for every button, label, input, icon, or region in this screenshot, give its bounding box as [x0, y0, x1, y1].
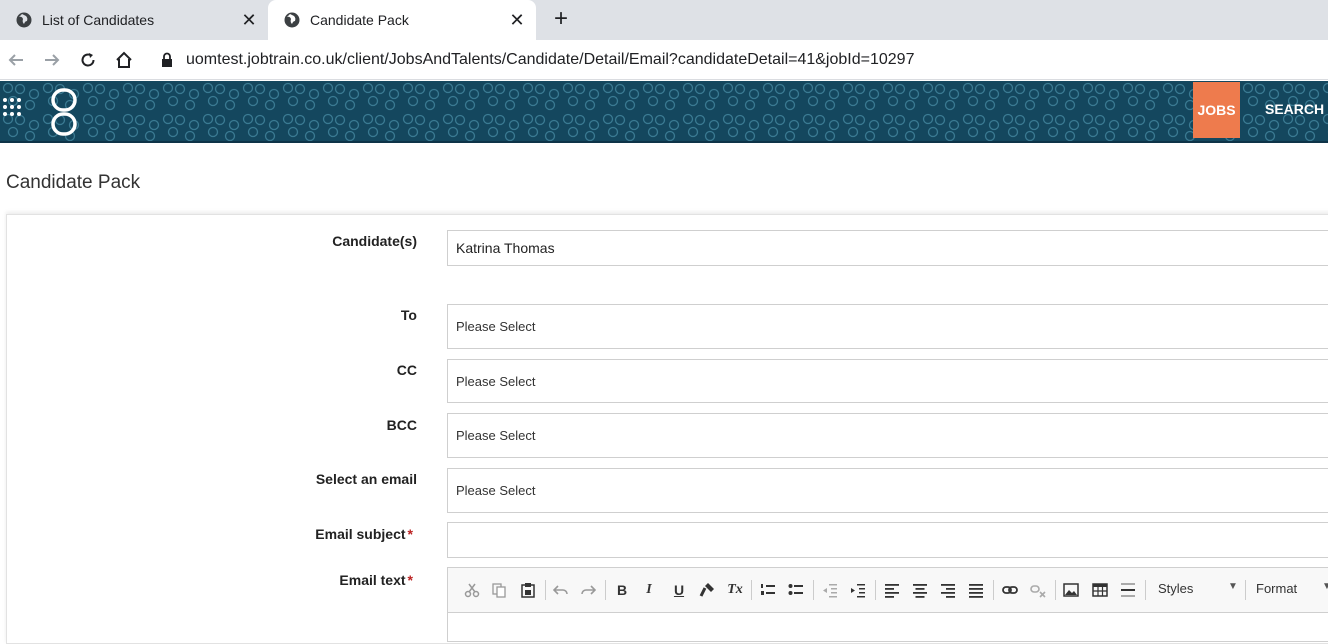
header-pattern	[0, 81, 1328, 141]
email-subject-input[interactable]	[447, 522, 1328, 558]
app-grid-icon[interactable]	[2, 97, 22, 117]
tab-candidate-pack[interactable]: Candidate Pack ✕	[268, 0, 536, 40]
back-arrow-icon[interactable]	[4, 48, 28, 72]
candidates-label: Candidate(s)	[332, 233, 417, 249]
to-select[interactable]: Please Select	[447, 304, 1328, 349]
numbered-list-icon[interactable]	[758, 580, 778, 600]
to-label: To	[400, 307, 417, 323]
site-header	[0, 81, 1328, 143]
cc-label: CC	[396, 362, 417, 378]
toolbar-separator	[751, 580, 752, 600]
copy-icon[interactable]	[489, 580, 509, 600]
italic-button[interactable]: I	[639, 580, 659, 600]
bold-button[interactable]: B	[612, 580, 632, 600]
select-email-label: Select an email	[315, 471, 417, 487]
image-icon[interactable]	[1061, 580, 1081, 600]
lock-icon[interactable]	[160, 52, 174, 68]
search-link[interactable]: SEARCH	[1265, 101, 1324, 117]
align-center-icon[interactable]	[910, 580, 930, 600]
table-icon[interactable]	[1090, 580, 1110, 600]
editor-toolbar: B I U Tx Styles ▼ Format ▼	[447, 567, 1328, 613]
increase-indent-icon[interactable]	[848, 580, 868, 600]
address-bar: uomtest.jobtrain.co.uk/client/JobsAndTal…	[0, 40, 1328, 80]
cut-icon[interactable]	[462, 580, 482, 600]
required-marker: *	[407, 526, 413, 542]
bcc-label: BCC	[386, 417, 417, 433]
decrease-indent-icon[interactable]	[820, 580, 840, 600]
format-dropdown[interactable]: Format	[1256, 581, 1297, 596]
site-logo[interactable]	[50, 87, 78, 137]
email-text-editor[interactable]	[447, 612, 1328, 642]
justify-icon[interactable]	[966, 580, 986, 600]
email-subject-label-text: Email subject	[315, 526, 406, 542]
new-tab-button[interactable]: +	[548, 7, 574, 32]
toolbar-separator	[605, 580, 606, 600]
toolbar-separator	[545, 580, 546, 600]
candidates-field[interactable]: Katrina Thomas	[447, 230, 1328, 266]
unlink-icon[interactable]	[1028, 580, 1048, 600]
toolbar-separator	[1055, 580, 1056, 600]
jobs-button[interactable]: JOBS	[1193, 82, 1240, 138]
align-left-icon[interactable]	[882, 580, 902, 600]
select-email-select[interactable]: Please Select	[447, 468, 1328, 513]
cc-select[interactable]: Please Select	[447, 359, 1328, 403]
close-icon[interactable]: ✕	[508, 11, 526, 29]
bcc-select[interactable]: Please Select	[447, 413, 1328, 458]
page-title: Candidate Pack	[6, 172, 141, 193]
toolbar-separator	[875, 580, 876, 600]
email-text-label: Email text *	[113, 572, 413, 588]
tab-title: List of Candidates	[42, 12, 155, 28]
paste-icon[interactable]	[518, 580, 538, 600]
tab-list-of-candidates[interactable]: List of Candidates ✕	[0, 0, 268, 40]
bulleted-list-icon[interactable]	[786, 580, 806, 600]
close-icon[interactable]: ✕	[240, 11, 258, 29]
url-field[interactable]: uomtest.jobtrain.co.uk/client/JobsAndTal…	[186, 51, 914, 69]
toolbar-separator	[1145, 580, 1146, 600]
required-marker: *	[407, 572, 413, 588]
forward-arrow-icon[interactable]	[40, 48, 64, 72]
home-icon[interactable]	[112, 48, 136, 72]
link-icon[interactable]	[1000, 580, 1020, 600]
browser-tab-strip: List of Candidates ✕ Candidate Pack ✕ +	[0, 0, 1328, 40]
chevron-down-icon[interactable]: ▼	[1322, 581, 1328, 592]
align-right-icon[interactable]	[938, 580, 958, 600]
remove-format-button[interactable]: Tx	[725, 580, 745, 600]
globe-icon	[284, 12, 300, 28]
tab-title: Candidate Pack	[310, 12, 409, 28]
toolbar-separator	[993, 580, 994, 600]
email-text-label-text: Email text	[339, 572, 406, 588]
styles-dropdown[interactable]: Styles	[1158, 581, 1193, 596]
reload-icon[interactable]	[76, 48, 100, 72]
toolbar-separator	[813, 580, 814, 600]
horizontal-line-icon[interactable]	[1118, 580, 1138, 600]
undo-icon[interactable]	[551, 580, 571, 600]
chevron-down-icon[interactable]: ▼	[1228, 581, 1238, 592]
underline-button[interactable]: U	[669, 580, 689, 600]
redo-icon[interactable]	[578, 580, 598, 600]
globe-icon	[16, 12, 32, 28]
format-painter-icon[interactable]	[697, 580, 717, 600]
toolbar-separator	[1245, 580, 1246, 600]
email-subject-label: Email subject *	[113, 526, 413, 542]
